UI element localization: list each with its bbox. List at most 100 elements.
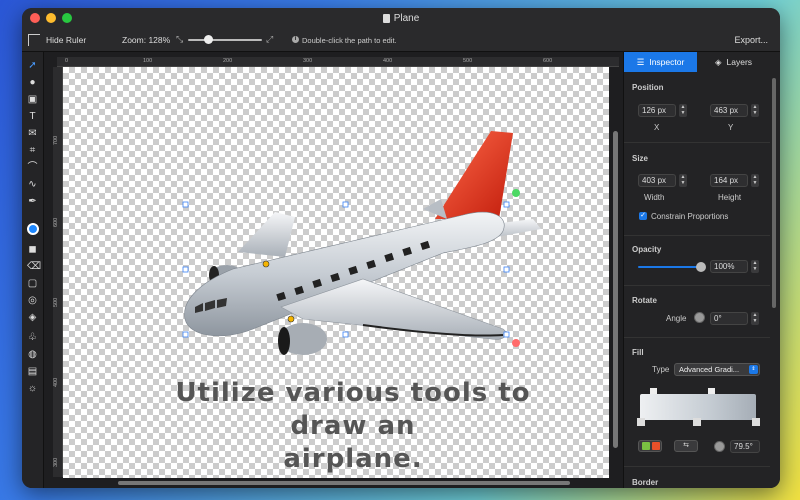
curve-tool-icon[interactable]: ∿	[27, 179, 38, 190]
path-node[interactable]	[262, 260, 270, 268]
eraser-tool-icon[interactable]: ⌫	[27, 261, 41, 272]
rotate-title: Rotate	[632, 296, 657, 305]
tab-layers-label: Layers	[726, 57, 753, 67]
zoom-window-button[interactable]	[62, 13, 72, 23]
ruler-tick: 100	[143, 58, 153, 64]
zoom-out-icon[interactable]: ⤡	[176, 34, 183, 45]
ruler-tick: 200	[223, 58, 233, 64]
caption-line-2: airplane.	[283, 444, 423, 474]
path-node[interactable]	[287, 315, 295, 323]
close-button[interactable]	[30, 13, 40, 23]
swatch-green	[642, 442, 650, 450]
color-picker-icon[interactable]	[27, 223, 39, 235]
ruler-tick: 400	[53, 377, 59, 387]
zoom-in-icon[interactable]: ⤢	[266, 34, 273, 45]
ellipse-tool-icon[interactable]: ●	[27, 77, 38, 88]
ruler-tick: 600	[543, 58, 553, 64]
size-height-label: Height	[718, 193, 742, 202]
ruler-tick: 700	[53, 135, 59, 145]
size-width-stepper[interactable]: ▲ ▼	[679, 174, 687, 187]
ruler-tick: 500	[53, 297, 59, 307]
size-width-label: Width	[644, 193, 665, 202]
export-button[interactable]: Export...	[734, 35, 768, 45]
rotate-handle[interactable]	[512, 189, 520, 197]
opacity-field[interactable]: 100%	[710, 260, 748, 273]
gradient-stop-bottom[interactable]	[752, 418, 760, 426]
select-arrow-icon[interactable]: ➚	[27, 60, 38, 71]
envelope-tool-icon[interactable]: ✉	[27, 128, 38, 139]
stamp-tool-icon[interactable]: ♧	[27, 332, 38, 343]
fill-type-value: Advanced Gradi...	[679, 365, 740, 374]
tab-inspector[interactable]: ☰ Inspector	[624, 52, 697, 72]
bucket-tool-icon[interactable]: ◈	[27, 312, 38, 323]
size-height-stepper[interactable]: ▲ ▼	[751, 174, 759, 187]
opacity-slider-thumb[interactable]	[696, 262, 706, 272]
tab-layers[interactable]: ◈ Layers	[697, 52, 770, 72]
tool-palette: ➚ ● ▣ T ✉ ⌗ ⌒ ∿ ✒ ◼ ⌫ ▢ ◎ ◈ ♧ ◍ ▤ ☼	[22, 52, 44, 488]
swatch-red	[652, 442, 660, 450]
divider	[624, 337, 770, 338]
text-tool-icon[interactable]: T	[27, 111, 38, 122]
zoom-label: Zoom: 128%	[122, 35, 171, 45]
opacity-slider[interactable]	[638, 266, 702, 268]
position-x-stepper[interactable]: ▲ ▼	[679, 104, 687, 117]
angle-field[interactable]: 0°	[710, 312, 748, 325]
fill-swatches-button[interactable]	[638, 440, 662, 452]
zoom-slider-thumb[interactable]	[204, 35, 213, 44]
gradient-stop-bottom[interactable]	[637, 418, 645, 426]
border-title: Border	[632, 478, 659, 487]
opacity-stepper[interactable]: ▲ ▼	[751, 260, 759, 273]
caption-line-1: Utilize various tools to draw an	[175, 378, 531, 441]
shape-tool-icon[interactable]: ◼	[27, 244, 38, 255]
position-y-stepper[interactable]: ▲ ▼	[751, 104, 759, 117]
delete-handle[interactable]	[512, 339, 520, 347]
lasso-tool-icon[interactable]: ⌒	[27, 162, 38, 173]
far-stabilizer	[423, 199, 447, 219]
position-x-field[interactable]: 126 px	[638, 104, 676, 117]
title-bar: Plane	[22, 8, 780, 28]
size-width-field[interactable]: 403 px	[638, 174, 676, 187]
ruler-icon[interactable]	[28, 34, 40, 46]
layers-tool-icon[interactable]: ▤	[27, 366, 38, 377]
hide-ruler-button[interactable]: Hide Ruler	[46, 35, 86, 45]
inspector-panel: ☰ Inspector ◈ Layers Position 126 px ▲ ▼ …	[623, 52, 780, 488]
chevron-updown-icon: ⇕	[749, 365, 758, 374]
zoom-slider[interactable]	[188, 39, 262, 41]
opacity-title: Opacity	[632, 245, 662, 254]
gradient-angle-dial[interactable]	[714, 441, 725, 452]
canvas-vertical-scrollbar[interactable]	[613, 131, 618, 448]
fill-type-label: Type	[652, 365, 670, 374]
sun-tool-icon[interactable]: ☼	[27, 383, 38, 394]
constrain-label: Constrain Proportions	[651, 212, 729, 221]
angle-label: Angle	[666, 314, 687, 323]
size-height-field[interactable]: 164 px	[710, 174, 748, 187]
globe-tool-icon[interactable]: ◍	[27, 349, 38, 360]
frame-tool-icon[interactable]: ▢	[27, 278, 38, 289]
app-window: Plane Hide Ruler Zoom: 128% ⤡ ⤢ i Double…	[22, 8, 780, 488]
info-icon: i	[292, 36, 299, 43]
target-tool-icon[interactable]: ◎	[27, 295, 38, 306]
ruler-tick: 300	[53, 457, 59, 467]
divider	[624, 285, 770, 286]
angle-dial[interactable]	[694, 312, 705, 323]
panel-scrollbar[interactable]	[772, 78, 776, 308]
canvas-horizontal-scrollbar[interactable]	[118, 481, 570, 485]
constrain-checkbox[interactable]: ✓	[639, 212, 647, 220]
gradient-editor[interactable]	[640, 394, 756, 420]
fill-type-select[interactable]: Advanced Gradi... ⇕	[674, 363, 760, 376]
swap-gradient-button[interactable]: ⇆	[674, 440, 698, 452]
far-wing	[238, 212, 295, 257]
window-controls	[30, 13, 72, 23]
minimize-button[interactable]	[46, 13, 56, 23]
pen-tool-icon[interactable]: ✒	[27, 196, 38, 207]
gradient-angle-field[interactable]: 79.5°	[730, 440, 760, 453]
gradient-stop-bottom[interactable]	[693, 418, 701, 426]
position-y-field[interactable]: 463 px	[710, 104, 748, 117]
ruler-left: 700 600 500 400 300	[53, 67, 63, 477]
angle-stepper[interactable]: ▲ ▼	[751, 312, 759, 325]
image-tool-icon[interactable]: ▣	[27, 94, 38, 105]
sliders-icon: ☰	[636, 56, 645, 67]
near-engine-intake	[278, 327, 290, 355]
crop-tool-icon[interactable]: ⌗	[27, 145, 38, 156]
drawing-canvas[interactable]: Utilize various tools to draw an airplan…	[63, 67, 609, 478]
